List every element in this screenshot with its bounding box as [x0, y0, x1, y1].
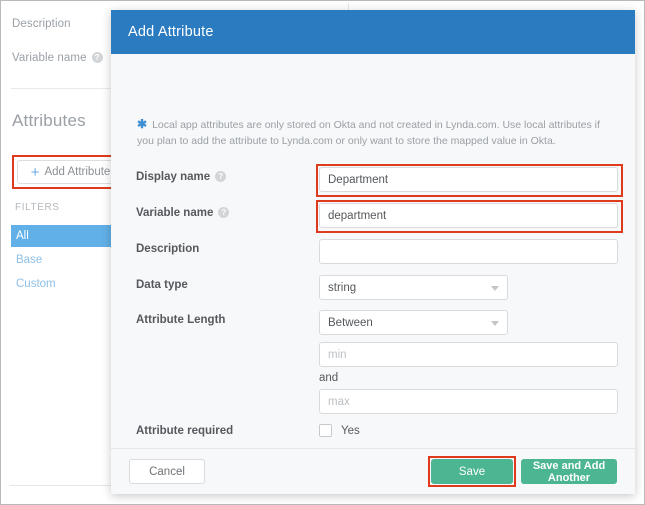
filters-heading: FILTERS — [15, 202, 60, 213]
data-type-select[interactable]: string — [319, 275, 508, 300]
attribute-required-checkbox-label: Yes — [341, 425, 360, 437]
attribute-length-value: Between — [328, 317, 373, 329]
and-separator-text: and — [319, 372, 338, 384]
dialog-header: Add Attribute — [111, 10, 635, 54]
attribute-required-control[interactable]: Yes — [319, 424, 360, 437]
save-button[interactable]: Save — [431, 459, 513, 484]
filter-item-custom-label: Custom — [16, 278, 56, 290]
question-mark-icon: ? — [92, 52, 103, 63]
add-attribute-dialog: Add Attribute ✱Local app attributes are … — [111, 10, 635, 494]
local-attribute-notice: ✱Local app attributes are only stored on… — [137, 116, 613, 149]
asterisk-icon: ✱ — [137, 117, 147, 131]
label-attribute-length-text: Attribute Length — [136, 314, 225, 326]
attribute-required-checkbox[interactable] — [319, 424, 332, 437]
data-type-control: string — [319, 275, 508, 300]
min-control — [319, 342, 618, 367]
local-attribute-notice-text: Local app attributes are only stored on … — [137, 119, 600, 147]
chevron-down-icon — [491, 321, 499, 326]
dialog-footer: Cancel Save Save and Add Another — [111, 448, 635, 494]
description-input[interactable] — [319, 239, 618, 264]
display-name-input[interactable] — [319, 167, 618, 192]
bg-label-variable-name: Variable name? — [12, 52, 103, 64]
bg-label-variable-name-text: Variable name — [12, 52, 87, 64]
label-attribute-required: Attribute required — [136, 425, 233, 437]
label-attribute-length: Attribute Length — [136, 314, 225, 326]
label-description-text: Description — [136, 243, 199, 255]
bg-label-description: Description — [12, 18, 71, 30]
add-attribute-button[interactable]: + Add Attribute — [17, 160, 124, 184]
min-input[interactable] — [319, 342, 618, 367]
plus-icon: + — [31, 165, 40, 180]
label-display-name: Display name? — [136, 171, 226, 183]
add-attribute-button-label: Add Attribute — [44, 166, 110, 178]
filter-item-all-label: All — [16, 230, 29, 242]
question-mark-icon: ? — [215, 171, 226, 182]
data-type-value: string — [328, 282, 356, 294]
label-data-type: Data type — [136, 279, 188, 291]
label-variable-name-text: Variable name — [136, 207, 213, 219]
cancel-button[interactable]: Cancel — [129, 459, 205, 484]
dialog-body: ✱Local app attributes are only stored on… — [111, 54, 635, 448]
max-input[interactable] — [319, 389, 618, 414]
screenshot-root: Description Variable name? Attributes + … — [0, 0, 645, 505]
max-control — [319, 389, 618, 414]
label-description: Description — [136, 243, 199, 255]
page-title: Attributes — [12, 111, 86, 131]
variable-name-control — [319, 203, 618, 228]
filter-item-base-label: Base — [16, 254, 42, 266]
label-data-type-text: Data type — [136, 279, 188, 291]
save-and-add-another-button[interactable]: Save and Add Another — [521, 459, 617, 484]
description-control — [319, 239, 618, 264]
chevron-down-icon — [491, 286, 499, 291]
label-attribute-required-text: Attribute required — [136, 425, 233, 437]
question-mark-icon: ? — [218, 207, 229, 218]
label-variable-name: Variable name? — [136, 207, 229, 219]
bg-label-description-text: Description — [12, 18, 71, 30]
label-display-name-text: Display name — [136, 171, 210, 183]
attribute-length-control: Between — [319, 310, 508, 335]
attribute-length-select[interactable]: Between — [319, 310, 508, 335]
dialog-title: Add Attribute — [128, 24, 214, 40]
display-name-control — [319, 167, 618, 192]
variable-name-input[interactable] — [319, 203, 618, 228]
